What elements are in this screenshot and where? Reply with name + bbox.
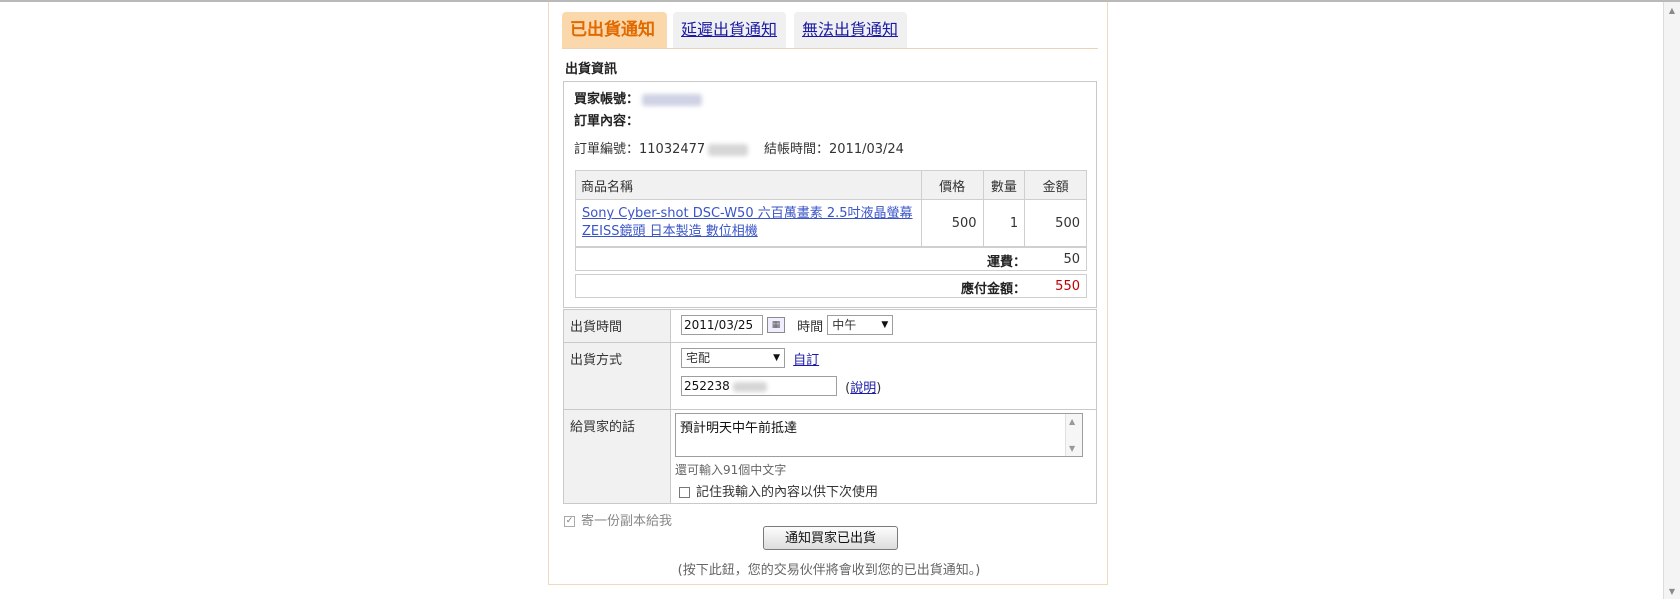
explain-link-wrapper: (說明)	[845, 380, 882, 396]
ship-time-select[interactable]: 中午 ▼	[827, 315, 894, 335]
ship-time-label: 出貨時間	[563, 309, 671, 343]
order-number-redacted	[708, 143, 749, 156]
remember-checkbox[interactable]	[679, 487, 690, 498]
order-items-table: 商品名稱 價格 數量 金額 Sony Cyber-shot DSC-W50 六百…	[575, 170, 1087, 247]
ship-method-label: 出貨方式	[563, 342, 671, 410]
tab-bar: 已出貨通知 延遲出貨通知 無法出貨通知	[562, 12, 1098, 49]
notify-shipped-button[interactable]: 通知買家已出貨	[763, 526, 898, 550]
scroll-down-icon[interactable]: ▼	[1664, 583, 1680, 599]
shipping-form: 出貨時間 2011/03/25 ▦ 時間 中午 ▼ 出貨方式 宅配 ▼ 自訂 2522…	[563, 309, 1097, 504]
ship-time-field: 2011/03/25 ▦ 時間 中午 ▼	[670, 309, 1097, 343]
col-header-name: 商品名稱	[575, 170, 922, 200]
item-name-cell: Sony Cyber-shot DSC-W50 六百萬畫素 2.5吋液晶螢幕 Z…	[575, 199, 922, 247]
ship-time-select-value: 中午	[832, 318, 857, 332]
col-header-amount: 金額	[1024, 170, 1087, 200]
shipping-notice-panel: 已出貨通知 延遲出貨通知 無法出貨通知 出貨資訊 買家帳號： 訂單內容： 訂單編…	[548, 2, 1108, 585]
calendar-icon[interactable]: ▦	[767, 317, 785, 333]
shipping-fee-row: 運費： 50	[575, 247, 1087, 271]
tab-delayed[interactable]: 延遲出貨通知	[673, 12, 786, 48]
ship-method-field: 宅配 ▼ 自訂 252238 (說明)	[670, 342, 1097, 410]
buyer-account-label: 買家帳號：	[574, 92, 640, 107]
scroll-down-icon[interactable]: ▼	[1069, 444, 1075, 453]
message-text: 預計明天中午前抵達	[680, 421, 798, 436]
total-row: 應付金額： 550	[575, 274, 1087, 298]
order-info-box: 買家帳號： 訂單內容： 訂單編號：11032477 結帳時間：2011/03/2…	[563, 81, 1097, 308]
remember-option: 記住我輸入的內容以供下次使用	[679, 481, 1092, 500]
tab-cannot-ship[interactable]: 無法出貨通知	[794, 12, 907, 48]
col-header-qty: 數量	[982, 170, 1026, 200]
remaining-chars-hint: 還可輸入91個中文字	[675, 463, 787, 477]
tracking-redacted	[732, 381, 767, 392]
col-header-price: 價格	[920, 170, 984, 200]
table-header-row: 商品名稱 價格 數量 金額	[575, 170, 1087, 200]
message-textarea[interactable]: 預計明天中午前抵達 ▲ ▼	[675, 413, 1083, 457]
order-number-label: 訂單編號：	[574, 142, 640, 157]
buyer-account-redacted	[642, 93, 703, 106]
total-label: 應付金額：	[960, 282, 1026, 297]
ship-method-select[interactable]: 宅配 ▼	[681, 348, 785, 368]
ship-method-select-value: 宅配	[686, 351, 711, 365]
chevron-down-icon: ▼	[773, 353, 780, 363]
chevron-down-icon: ▼	[881, 320, 889, 330]
section-title: 出貨資訊	[565, 62, 618, 77]
checkout-time: 結帳時間：2011/03/24	[764, 138, 904, 157]
form-row-ship-method: 出貨方式 宅配 ▼ 自訂 252238 (說明)	[563, 342, 1097, 410]
time-label: 時間	[797, 319, 824, 335]
checkout-time-value: 2011/03/24	[829, 142, 904, 157]
form-row-message: 給買家的話 預計明天中午前抵達 ▲ ▼ 還可輸入91個中文字 記住我輸入的內容以…	[563, 409, 1097, 504]
copy-to-me-label: 寄一份副本給我	[581, 514, 673, 529]
message-field: 預計明天中午前抵達 ▲ ▼ 還可輸入91個中文字 記住我輸入的內容以供下次使用	[670, 409, 1097, 504]
scroll-up-icon[interactable]: ▲	[1069, 417, 1075, 426]
scroll-up-icon[interactable]: ▲	[1664, 2, 1680, 18]
item-amount: 500	[1024, 199, 1087, 247]
copy-to-me-option: ✓ 寄一份副本給我	[564, 510, 672, 529]
footer-note: (按下此鈕，您的交易伙伴將會收到您的已出貨通知。)	[677, 563, 981, 578]
copy-to-me-checkbox[interactable]: ✓	[564, 516, 575, 527]
ship-date-input[interactable]: 2011/03/25	[681, 315, 763, 335]
buyer-account: 買家帳號：	[574, 88, 703, 107]
order-content-label: 訂單內容：	[574, 114, 640, 129]
form-row-ship-time: 出貨時間 2011/03/25 ▦ 時間 中午 ▼	[563, 309, 1097, 343]
remember-label: 記住我輸入的內容以供下次使用	[696, 485, 879, 500]
item-qty: 1	[982, 199, 1026, 247]
custom-method-link[interactable]: 自訂	[793, 353, 819, 368]
tracking-number-input[interactable]: 252238	[681, 376, 837, 396]
item-price: 500	[920, 199, 984, 247]
tracking-number-value: 252238	[684, 379, 730, 393]
tab-shipped[interactable]: 已出貨通知	[562, 12, 667, 48]
order-number-value: 11032477	[639, 142, 706, 157]
checkout-time-label: 結帳時間：	[764, 142, 830, 157]
shipping-fee-label: 運費：	[986, 255, 1026, 270]
explain-link[interactable]: 說明	[850, 381, 876, 396]
textarea-scrollbar[interactable]: ▲ ▼	[1065, 414, 1082, 456]
item-name-link[interactable]: Sony Cyber-shot DSC-W50 六百萬畫素 2.5吋液晶螢幕 Z…	[582, 206, 913, 239]
message-label: 給買家的話	[563, 409, 671, 504]
total-value: 550	[1055, 279, 1080, 294]
order-number: 訂單編號：11032477	[574, 138, 749, 157]
shipping-fee-value: 50	[1063, 252, 1080, 267]
page-scrollbar[interactable]: ▲ ▼	[1663, 2, 1680, 599]
table-row: Sony Cyber-shot DSC-W50 六百萬畫素 2.5吋液晶螢幕 Z…	[575, 199, 1087, 247]
